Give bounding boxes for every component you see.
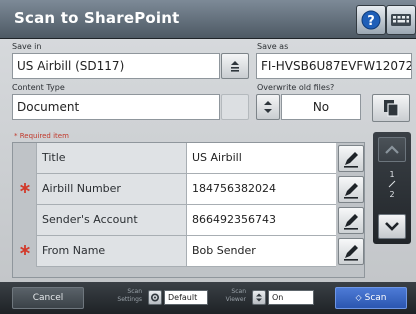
scan-button[interactable]: ◇ Scan xyxy=(335,287,407,309)
svg-text:?: ? xyxy=(367,14,375,29)
row-value[interactable]: US Airbill xyxy=(186,143,336,174)
scan-button-label: Scan xyxy=(364,293,387,303)
row-marker xyxy=(13,236,36,267)
metadata-table: Title US Airbill Airbill Number 18475638… xyxy=(12,142,365,278)
chevron-down-icon xyxy=(385,222,399,231)
row-value[interactable]: 866492356743 xyxy=(186,205,336,236)
scroll-down-button[interactable] xyxy=(378,214,406,239)
save-in-field[interactable]: US Airbill (SD117) xyxy=(12,53,220,79)
overwrite-value[interactable]: No xyxy=(281,94,361,120)
document-options-button[interactable] xyxy=(372,94,410,122)
keyboard-icon xyxy=(391,14,411,26)
edit-button[interactable] xyxy=(338,145,364,172)
scan-viewer-value[interactable]: On xyxy=(268,290,314,305)
scan-to-sharepoint-window: Scan to SharePoint ? Save in US Airbill … xyxy=(0,0,416,314)
stepper-icon xyxy=(264,101,272,113)
chevron-up-icon xyxy=(385,145,399,154)
table-row: From Name Bob Sender xyxy=(13,236,364,267)
save-in-dropdown-button[interactable] xyxy=(221,53,249,79)
keyboard-button[interactable] xyxy=(386,5,416,35)
required-note: * Required item xyxy=(14,132,69,140)
overwrite-label: Overwrite old files? xyxy=(257,83,335,92)
form-panel: Save in US Airbill (SD117) Save as FI-HV… xyxy=(0,39,416,282)
table-row: Sender's Account 866492356743 xyxy=(13,205,364,236)
page-separator xyxy=(373,180,411,188)
dropdown-icon xyxy=(231,61,239,72)
bottom-bar: Cancel Scan Settings Default Scan Viewer… xyxy=(0,282,416,314)
scan-settings-button[interactable] xyxy=(148,290,162,305)
row-value[interactable]: Bob Sender xyxy=(186,236,336,267)
document-icon xyxy=(384,100,399,117)
table-row: Title US Airbill xyxy=(13,143,364,174)
scroll-panel: 1 2 xyxy=(373,132,411,244)
content-type-label: Content Type xyxy=(12,83,65,92)
edit-button[interactable] xyxy=(338,207,364,234)
scan-settings-label-line1: Scan xyxy=(127,288,142,295)
edit-pencil-icon xyxy=(344,152,358,168)
save-as-field[interactable]: FI-HVSB6U87EVFW12072 xyxy=(256,53,412,79)
edit-button[interactable] xyxy=(338,176,364,203)
scan-viewer-label-line2: Viewer xyxy=(225,296,246,303)
stepper-icon xyxy=(256,293,262,302)
row-label: From Name xyxy=(36,236,186,267)
edit-pencil-icon xyxy=(344,183,358,199)
row-marker xyxy=(13,174,36,205)
scan-viewer-stepper[interactable] xyxy=(252,290,266,305)
scroll-up-button[interactable] xyxy=(378,137,406,162)
gear-icon xyxy=(150,293,160,302)
row-value[interactable]: 184756382024 xyxy=(186,174,336,205)
page-divider xyxy=(388,180,396,188)
page-current: 1 xyxy=(389,170,395,179)
page-total: 2 xyxy=(389,190,395,199)
scan-settings-label: Scan Settings xyxy=(108,288,142,304)
save-in-label: Save in xyxy=(12,42,42,51)
scan-settings-label-line2: Settings xyxy=(117,296,142,303)
row-label: Title xyxy=(36,143,186,174)
content-type-button xyxy=(221,94,249,120)
edit-button[interactable] xyxy=(338,238,364,265)
title-bar: Scan to SharePoint ? xyxy=(0,0,416,39)
row-label: Airbill Number xyxy=(36,174,186,205)
content-type-field[interactable]: Document xyxy=(12,94,220,120)
required-asterisk-icon xyxy=(20,183,30,193)
window-title: Scan to SharePoint xyxy=(14,9,180,27)
scan-viewer-label-line1: Scan xyxy=(231,288,246,295)
required-asterisk-icon xyxy=(20,245,30,255)
row-marker xyxy=(13,205,36,236)
scan-viewer-label: Scan Viewer xyxy=(212,288,246,304)
overwrite-stepper-button[interactable] xyxy=(256,94,280,120)
scan-icon: ◇ xyxy=(355,293,362,302)
help-icon: ? xyxy=(361,10,381,30)
scan-settings-value[interactable]: Default xyxy=(164,290,208,305)
help-button[interactable]: ? xyxy=(356,5,386,35)
edit-pencil-icon xyxy=(344,214,358,230)
row-marker xyxy=(13,143,36,174)
save-as-label: Save as xyxy=(257,42,289,51)
row-label: Sender's Account xyxy=(36,205,186,236)
edit-pencil-icon xyxy=(344,245,358,261)
cancel-button[interactable]: Cancel xyxy=(12,287,84,309)
table-row: Airbill Number 184756382024 xyxy=(13,174,364,205)
